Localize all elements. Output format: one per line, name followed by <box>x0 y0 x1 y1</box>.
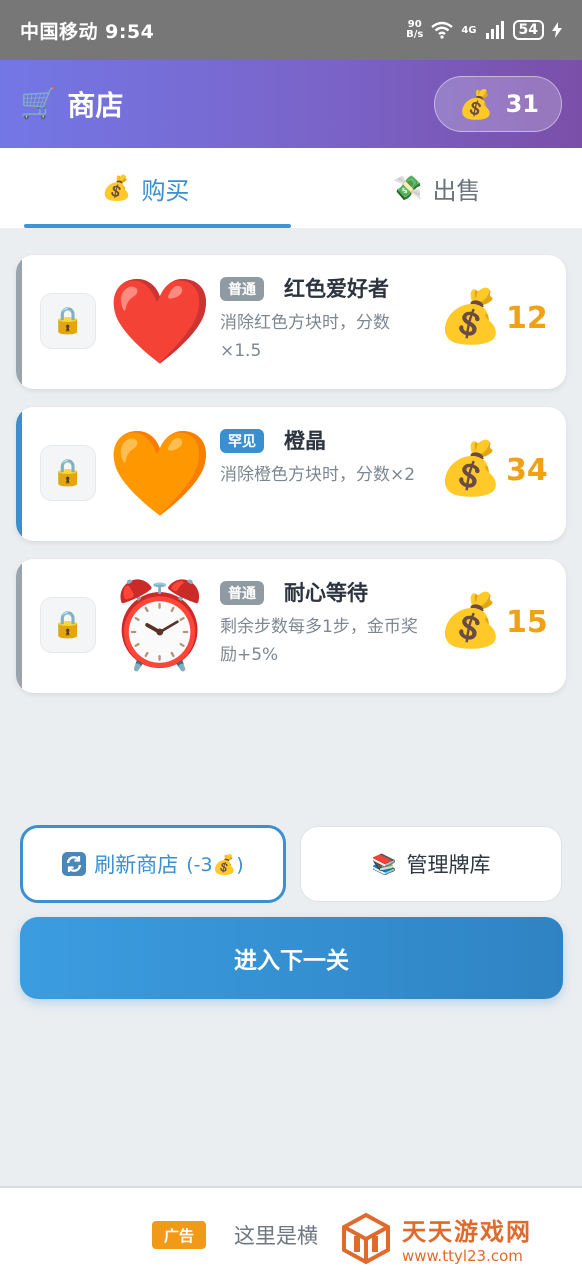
lock-toggle[interactable]: 🔒 <box>40 293 96 349</box>
item-description: 剩余步数每多1步，金币奖励+5% <box>220 617 418 665</box>
lock-toggle[interactable]: 🔒 <box>40 597 96 653</box>
item-description: 消除橙色方块时，分数×2 <box>220 465 416 485</box>
item-name: 红色爱好者 <box>284 277 389 301</box>
status-bar: 中国移动 9:54 90 B/s 4G 54 <box>0 0 582 60</box>
manage-deck-button[interactable]: 📚 管理牌库 <box>300 826 562 902</box>
refresh-icon <box>62 852 87 876</box>
money-with-wings-icon: 💸 <box>392 174 423 202</box>
manage-label: 管理牌库 <box>406 853 491 877</box>
page-title: 商店 <box>67 89 124 122</box>
lock-icon: 🔒 <box>51 306 85 336</box>
tab-buy[interactable]: 💰 购买 <box>0 148 291 228</box>
rarity-badge: 罕见 <box>220 429 264 453</box>
status-icons: 90 B/s 4G 54 <box>406 20 562 40</box>
network-type: 4G <box>461 24 477 36</box>
money-bag-icon: 💰 <box>458 87 494 121</box>
money-bag-icon: 💰 <box>212 853 237 876</box>
watermark-url: www.ttyl23.com <box>402 1246 523 1265</box>
watermark-title: 天天游戏网 <box>402 1217 532 1246</box>
money-bag-icon: 💰 <box>438 287 503 347</box>
next-level-button[interactable]: 进入下一关 <box>20 917 563 999</box>
item-name: 耐心等待 <box>284 581 368 605</box>
shop-header: 🛒 商店 💰 31 <box>0 60 582 148</box>
battery-indicator: 54 <box>512 20 544 40</box>
ad-text: 这里是横 <box>234 1224 318 1248</box>
tab-buy-label: 购买 <box>141 176 190 205</box>
card-rarity-edge <box>16 559 22 693</box>
shop-item-card[interactable]: 🔒 ⏰ 普通 耐心等待 剩余步数每多1步，金币奖励+5% 💰 15 <box>16 559 566 693</box>
item-price: 15 <box>506 605 548 640</box>
tab-sell-label: 出售 <box>432 176 481 205</box>
books-icon: 📚 <box>371 852 397 876</box>
wifi-icon <box>431 21 454 39</box>
net-speed: 90 B/s <box>406 19 424 40</box>
card-rarity-edge <box>16 255 22 389</box>
coin-balance: 💰 31 <box>433 76 562 132</box>
header-title-group: 🛒 商店 <box>20 84 123 124</box>
tab-sell[interactable]: 💸 出售 <box>291 148 582 228</box>
money-bag-icon: 💰 <box>101 174 132 202</box>
shopping-cart-icon: 🛒 <box>20 86 58 121</box>
lock-icon: 🔒 <box>51 458 85 488</box>
rarity-badge: 普通 <box>220 581 264 605</box>
shop-item-card[interactable]: 🔒 ❤️ 普通 红色爱好者 消除红色方块时，分数×1.5 💰 12 <box>16 255 566 389</box>
refresh-cost: (-3💰) <box>186 853 244 876</box>
shop-item-card[interactable]: 🔒 🧡 罕见 橙晶 消除橙色方块时，分数×2 💰 34 <box>16 407 566 541</box>
item-description: 消除红色方块时，分数×1.5 <box>220 313 390 361</box>
money-bag-icon: 💰 <box>438 591 503 651</box>
signal-icon <box>485 21 504 39</box>
refresh-shop-button[interactable]: 刷新商店 (-3💰) <box>20 825 286 903</box>
item-name: 橙晶 <box>284 429 326 453</box>
lock-icon: 🔒 <box>51 610 85 640</box>
rarity-badge: 普通 <box>220 277 264 301</box>
item-price: 34 <box>506 453 548 488</box>
alarm-clock-icon: ⏰ <box>107 576 213 674</box>
shop-tabs: 💰 购买 💸 出售 <box>0 148 582 228</box>
carrier-time: 中国移动 9:54 <box>20 20 155 43</box>
lock-toggle[interactable]: 🔒 <box>40 445 96 501</box>
coin-count: 31 <box>505 90 539 118</box>
item-price: 12 <box>506 301 548 336</box>
card-rarity-edge <box>16 407 22 541</box>
red-heart-icon: ❤️ <box>107 272 213 370</box>
ad-tag: 广告 <box>152 1221 207 1249</box>
site-watermark: 天天游戏网 www.ttyl23.com <box>320 1196 582 1280</box>
watermark-text: 天天游戏网 www.ttyl23.com <box>402 1212 532 1265</box>
money-bag-icon: 💰 <box>438 439 503 499</box>
orange-heart-icon: 🧡 <box>107 424 213 522</box>
refresh-label: 刷新商店 <box>94 853 179 877</box>
charging-icon <box>552 22 562 38</box>
cube-logo-icon <box>342 1212 390 1264</box>
